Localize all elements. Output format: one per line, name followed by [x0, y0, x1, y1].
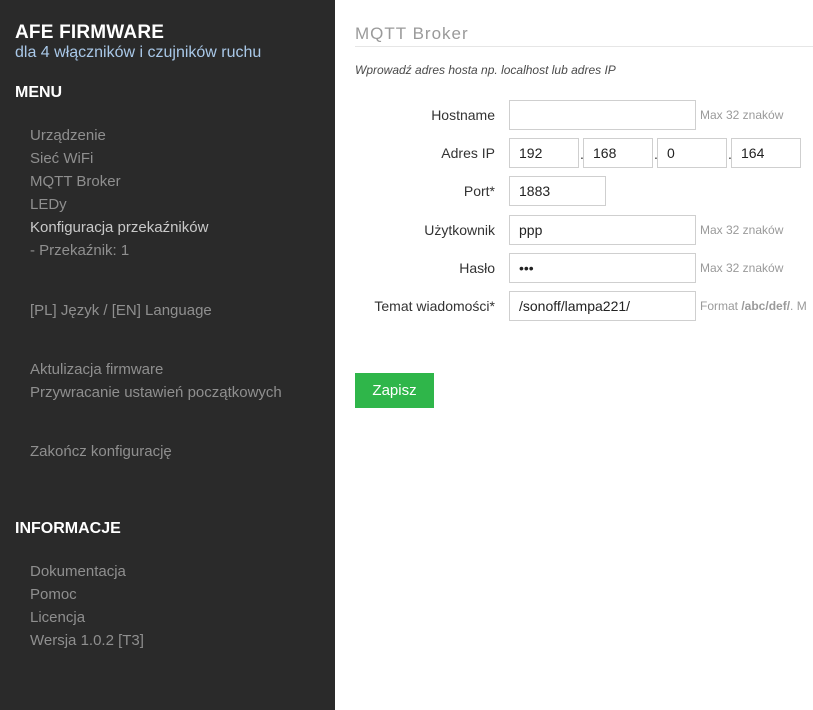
- main-content: MQTT Broker Wprowadź adres hosta np. loc…: [355, 0, 813, 710]
- user-note: Max 32 znaków: [700, 223, 784, 237]
- ip-octet-3-input[interactable]: [657, 138, 727, 168]
- hostname-label: Hostname: [431, 107, 495, 123]
- ip-octet-1-input[interactable]: [509, 138, 579, 168]
- topic-note-format: /abc/def/: [741, 299, 791, 313]
- menu-item-language[interactable]: [PL] Język / [EN] Language: [30, 302, 212, 319]
- info-item-documentation[interactable]: Dokumentacja: [30, 563, 126, 580]
- page-title: MQTT Broker: [355, 24, 469, 43]
- menu-title: MENU: [15, 84, 63, 101]
- topic-note: Format /abc/def/. M: [700, 299, 807, 313]
- password-note: Max 32 znaków: [700, 261, 784, 275]
- topic-input[interactable]: [509, 291, 696, 321]
- sidebar: AFE FIRMWARE dla 4 włączników i czujnikó…: [0, 0, 335, 710]
- menu-item-firmware-update[interactable]: Aktulizacja firmware: [30, 361, 163, 378]
- menu-item-relay-1[interactable]: - Przekaźnik: 1: [30, 242, 129, 259]
- info-item-help[interactable]: Pomoc: [30, 586, 77, 603]
- ip-octet-4-input[interactable]: [731, 138, 801, 168]
- port-input[interactable]: [509, 176, 606, 206]
- port-label: Port*: [463, 183, 495, 199]
- topic-note-suffix: . M: [790, 299, 807, 313]
- menu-item-relay-config[interactable]: Konfiguracja przekaźników: [30, 219, 208, 236]
- info-item-license[interactable]: Licencja: [30, 609, 85, 626]
- info-item-version: Wersja 1.0.2 [T3]: [30, 632, 144, 649]
- info-title: INFORMACJE: [15, 520, 121, 537]
- hostname-note: Max 32 znaków: [700, 108, 784, 122]
- ip-label: Adres IP: [441, 145, 495, 161]
- password-label: Hasło: [459, 260, 495, 276]
- topic-label: Temat wiadomości*: [374, 298, 495, 314]
- menu-item-device[interactable]: Urządzenie: [30, 127, 106, 144]
- menu-item-mqtt-broker[interactable]: MQTT Broker: [30, 173, 121, 190]
- user-input[interactable]: [509, 215, 696, 245]
- hostname-hint: Wprowadź adres hosta np. localhost lub a…: [355, 63, 616, 77]
- user-label: Użytkownik: [424, 222, 495, 238]
- save-button[interactable]: Zapisz: [355, 373, 434, 408]
- hostname-input[interactable]: [509, 100, 696, 130]
- title-divider: [355, 46, 813, 47]
- ip-octet-2-input[interactable]: [583, 138, 653, 168]
- menu-item-leds[interactable]: LEDy: [30, 196, 67, 213]
- menu-item-factory-reset[interactable]: Przywracanie ustawień początkowych: [30, 384, 282, 401]
- password-input[interactable]: [509, 253, 696, 283]
- brand-title: AFE FIRMWARE: [15, 22, 165, 43]
- topic-note-prefix: Format: [700, 299, 742, 313]
- menu-item-wifi[interactable]: Sieć WiFi: [30, 150, 93, 167]
- brand-subtitle: dla 4 włączników i czujników ruchu: [15, 44, 262, 61]
- menu-item-finish-config[interactable]: Zakończ konfigurację: [30, 443, 172, 460]
